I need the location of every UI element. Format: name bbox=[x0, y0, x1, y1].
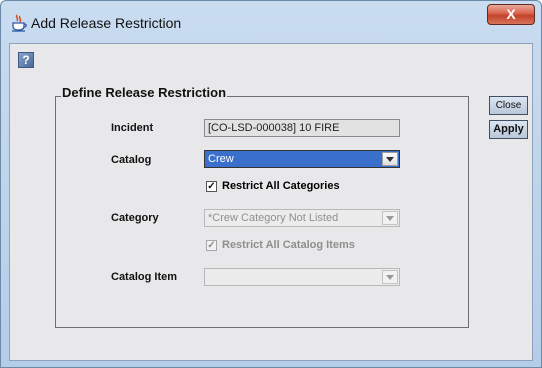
title-bar[interactable]: Add Release Restriction X bbox=[1, 1, 541, 43]
restrict-all-categories-label: Restrict All Categories bbox=[222, 180, 340, 192]
checkbox-check-icon: ✓ bbox=[206, 240, 217, 251]
chevron-down-icon bbox=[386, 216, 394, 221]
catalog-dropdown[interactable]: Crew bbox=[204, 150, 400, 168]
help-icon[interactable]: ? bbox=[18, 52, 34, 68]
checkbox-check-icon: ✓ bbox=[206, 181, 217, 192]
catalog-dropdown-button[interactable] bbox=[382, 152, 398, 166]
group-title: Define Release Restriction bbox=[61, 85, 228, 100]
category-value: *Crew Category Not Listed bbox=[208, 212, 339, 224]
catalog-item-label: Catalog Item bbox=[111, 271, 178, 283]
chevron-down-icon bbox=[386, 275, 394, 280]
catalog-item-dropdown[interactable] bbox=[204, 268, 400, 286]
restrict-all-catalog-items-label: Restrict All Catalog Items bbox=[222, 239, 355, 251]
category-dropdown-button[interactable] bbox=[382, 211, 398, 225]
window-title: Add Release Restriction bbox=[31, 15, 182, 31]
incident-label: Incident bbox=[111, 122, 154, 134]
catalog-value: Crew bbox=[208, 153, 234, 165]
incident-value: [CO-LSD-000038] 10 FIRE bbox=[208, 122, 340, 134]
dialog-content: ? Define Release Restriction Incident [C… bbox=[9, 43, 533, 361]
apply-button[interactable]: Apply bbox=[489, 120, 528, 139]
incident-field: [CO-LSD-000038] 10 FIRE bbox=[204, 119, 400, 137]
category-label: Category bbox=[111, 212, 159, 224]
close-button[interactable]: Close bbox=[489, 96, 528, 115]
dialog-window: Add Release Restriction X ? Define Relea… bbox=[0, 0, 542, 368]
catalog-label: Catalog bbox=[111, 154, 152, 166]
catalog-item-dropdown-button[interactable] bbox=[382, 270, 398, 284]
category-dropdown[interactable]: *Crew Category Not Listed bbox=[204, 209, 400, 227]
java-cup-icon bbox=[12, 14, 27, 32]
window-close-button[interactable]: X bbox=[487, 4, 535, 25]
chevron-down-icon bbox=[386, 157, 394, 162]
